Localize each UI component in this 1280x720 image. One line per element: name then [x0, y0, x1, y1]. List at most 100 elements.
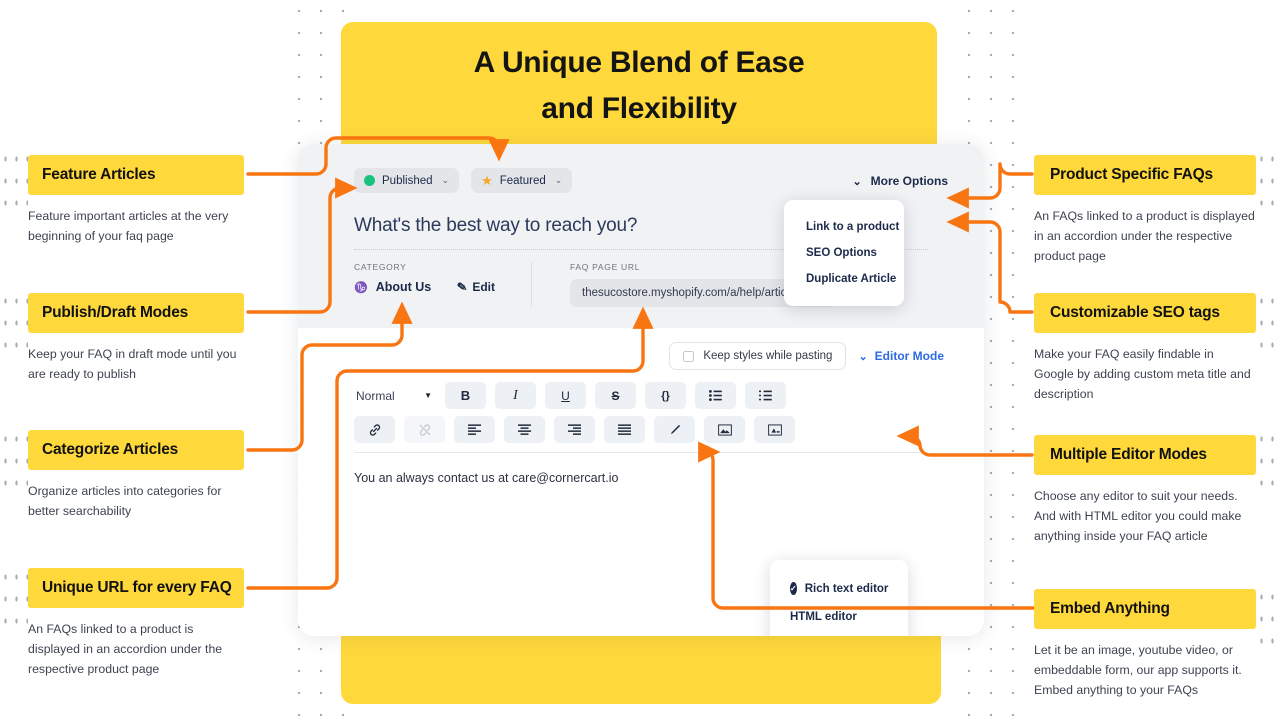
annotation-title: Publish/Draft Modes — [28, 293, 244, 333]
category-field: CATEGORY ♑ About Us ✎ Edit — [354, 262, 495, 307]
annotation-title: Product Specific FAQs — [1034, 155, 1256, 195]
bold-button[interactable]: B — [445, 382, 486, 409]
hero-title-line-2: and Flexibility — [541, 92, 737, 125]
chevron-down-icon: ⌄ — [441, 175, 450, 185]
embed-icon — [767, 423, 782, 436]
text-color-button[interactable] — [654, 416, 695, 443]
dot-pattern-card-2 — [0, 290, 28, 350]
annotation-body: An FAQs linked to a product is displayed… — [28, 622, 223, 676]
annotation-title: Embed Anything — [1034, 589, 1256, 629]
menu-item-link-to-product[interactable]: Link to a product — [784, 214, 904, 240]
menu-item-rich-text-editor[interactable]: ✓ Rich text editor — [770, 574, 908, 603]
featured-label: Featured — [499, 174, 546, 187]
chevron-down-icon: ▼ — [424, 391, 432, 400]
editor-mode-label: Editor Mode — [874, 349, 944, 363]
hero-title-line-1: A Unique Blend of Ease — [473, 46, 805, 80]
italic-button[interactable]: I — [495, 382, 536, 409]
edit-category-button[interactable]: ✎ Edit — [456, 279, 495, 295]
chevron-down-icon: ⌄ — [554, 175, 563, 185]
numbered-list-icon — [759, 390, 772, 401]
underline-button[interactable]: U — [545, 382, 586, 409]
align-justify-icon — [618, 424, 631, 435]
annotation-categorize-articles: Categorize Articles Organize articles in… — [28, 430, 244, 522]
strikethrough-button[interactable]: S — [595, 382, 636, 409]
code-block-button[interactable]: {} — [645, 382, 686, 409]
keep-styles-checkbox[interactable] — [683, 350, 695, 362]
annotation-body: An FAQs linked to a product is displayed… — [1034, 209, 1255, 263]
annotation-title: Unique URL for every FAQ — [28, 568, 244, 608]
annotation-unique-url: Unique URL for every FAQ An FAQs linked … — [28, 568, 244, 680]
app-editor-area: Keep styles while pasting ⌄ Editor Mode … — [298, 328, 984, 636]
numbered-list-button[interactable] — [745, 382, 786, 409]
dot-pattern-card-6 — [1256, 290, 1280, 350]
category-label: CATEGORY — [354, 262, 407, 272]
align-center-button[interactable] — [504, 416, 545, 443]
dot-pattern-card-5 — [1256, 148, 1280, 212]
bulleted-list-icon — [709, 390, 722, 401]
annotation-customizable-seo-tags: Customizable SEO tags Make your FAQ easi… — [1034, 293, 1256, 405]
unlink-icon — [419, 423, 430, 436]
editor-body-text[interactable]: You an always contact us at care@cornerc… — [298, 453, 984, 485]
published-label: Published — [382, 174, 433, 187]
status-badge-published[interactable]: Published ⌄ — [354, 168, 460, 193]
align-center-icon — [518, 424, 531, 435]
align-justify-button[interactable] — [604, 416, 645, 443]
align-left-icon — [468, 424, 481, 435]
app-header-area: Published ⌄ ★ Featured ⌄ What's the best… — [298, 144, 984, 328]
annotation-body: Choose any editor to suit your needs. An… — [1034, 489, 1242, 543]
annotation-embed-anything: Embed Anything Let it be an image, youtu… — [1034, 589, 1256, 701]
check-circle-icon: ✓ — [790, 582, 797, 595]
annotation-body: Make your FAQ easily findable in Google … — [1034, 347, 1251, 401]
keep-styles-checkbox-group[interactable]: Keep styles while pasting — [669, 342, 847, 370]
pencil-icon: ✎ — [456, 279, 469, 295]
bulleted-list-button[interactable] — [695, 382, 736, 409]
more-options-toggle[interactable]: ⌄ More Options — [852, 174, 948, 188]
dot-pattern-card-7 — [1256, 428, 1280, 488]
dot-pattern-card-3 — [0, 428, 28, 488]
menu-item-seo-options[interactable]: SEO Options — [784, 240, 904, 266]
unlink-button[interactable] — [404, 416, 445, 443]
editor-options-row: Keep styles while pasting ⌄ Editor Mode — [298, 328, 984, 370]
menu-item-duplicate-article[interactable]: Duplicate Article — [784, 266, 904, 292]
link-icon — [369, 423, 380, 436]
published-dot-icon — [364, 175, 375, 186]
more-options-label: More Options — [870, 174, 948, 188]
image-icon — [717, 423, 732, 436]
annotation-feature-articles: Feature Articles Feature important artic… — [28, 155, 244, 247]
annotation-body: Let it be an image, youtube video, or em… — [1034, 643, 1242, 697]
app-window: Published ⌄ ★ Featured ⌄ What's the best… — [298, 144, 984, 636]
editor-mode-menu: ✓ Rich text editor HTML editor Markdown … — [770, 560, 908, 636]
category-value: About Us — [375, 280, 432, 294]
paragraph-style-select[interactable]: Normal ▼ — [354, 382, 436, 409]
annotation-title: Categorize Articles — [28, 430, 244, 470]
align-left-button[interactable] — [454, 416, 495, 443]
annotation-product-specific-faqs: Product Specific FAQs An FAQs linked to … — [1034, 155, 1256, 267]
annotation-body: Organize articles into categories for be… — [28, 484, 222, 518]
annotation-title: Customizable SEO tags — [1034, 293, 1256, 333]
menu-item-markdown-editor[interactable]: Markdown editor — [770, 631, 908, 636]
pin-icon: ♑ — [354, 281, 368, 294]
annotation-body: Feature important articles at the very b… — [28, 209, 229, 243]
hero-title: A Unique Blend of Ease and Flexibility — [474, 40, 805, 131]
annotation-publish-draft-modes: Publish/Draft Modes Keep your FAQ in dra… — [28, 293, 244, 385]
status-badge-featured[interactable]: ★ Featured ⌄ — [471, 168, 573, 193]
insert-embed-button[interactable] — [754, 416, 795, 443]
paragraph-style-value: Normal — [356, 388, 395, 403]
editor-mode-toggle[interactable]: ⌄ Editor Mode — [858, 349, 944, 363]
toolbar-row-2 — [354, 416, 984, 443]
toolbar-row-1: Normal ▼ B I U S {} — [354, 382, 984, 409]
chevron-down-icon: ⌄ — [858, 350, 868, 363]
rich-text-toolbar: Normal ▼ B I U S {} — [298, 370, 984, 443]
keep-styles-label: Keep styles while pasting — [703, 350, 833, 362]
infographic-canvas: A Unique Blend of Ease and Flexibility P… — [0, 0, 1280, 720]
dot-pattern-card-8 — [1256, 586, 1280, 646]
chevron-down-icon: ⌄ — [852, 175, 862, 188]
annotation-multiple-editor-modes: Multiple Editor Modes Choose any editor … — [1034, 435, 1256, 547]
rich-text-editor-label: Rich text editor — [804, 582, 889, 595]
hero-banner: A Unique Blend of Ease and Flexibility — [341, 22, 937, 150]
align-right-button[interactable] — [554, 416, 595, 443]
align-right-icon — [568, 424, 581, 435]
insert-image-button[interactable] — [704, 416, 745, 443]
insert-link-button[interactable] — [354, 416, 395, 443]
menu-item-html-editor[interactable]: HTML editor — [770, 603, 908, 631]
